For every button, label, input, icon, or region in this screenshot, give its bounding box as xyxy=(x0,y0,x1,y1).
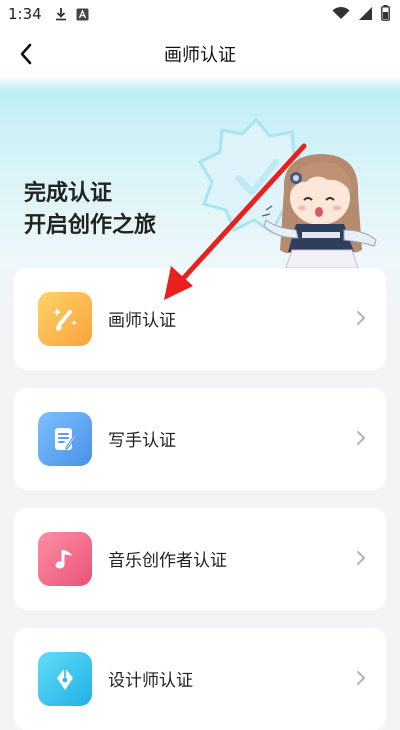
download-icon xyxy=(54,7,68,21)
hero-line-2: 开启创作之旅 xyxy=(24,213,157,238)
nav-bar: 画师认证 xyxy=(0,28,400,78)
card-painter-certification[interactable]: 画师认证 xyxy=(14,268,386,370)
card-designer-certification[interactable]: 设计师认证 xyxy=(14,628,386,730)
mascot-illustration xyxy=(262,154,377,269)
text-a-icon xyxy=(76,8,89,21)
pen-nib-icon xyxy=(38,652,92,706)
brush-sparkle-icon xyxy=(38,292,92,346)
document-pen-icon xyxy=(38,412,92,466)
hero-line-1: 完成认证 xyxy=(24,181,113,206)
chevron-right-icon xyxy=(357,551,366,565)
page-title: 画师认证 xyxy=(164,45,236,66)
wifi-icon xyxy=(332,6,350,24)
music-note-icon xyxy=(38,532,92,586)
chevron-right-icon xyxy=(357,431,366,445)
hero-text: 完成认证 开启创作之旅 xyxy=(24,178,156,242)
card-writer-certification[interactable]: 写手认证 xyxy=(14,388,386,490)
chevron-right-icon xyxy=(357,311,366,325)
card-label-painter: 画师认证 xyxy=(108,311,176,331)
card-label-designer: 设计师认证 xyxy=(108,671,193,691)
signal-icon xyxy=(358,6,373,25)
card-label-music-creator: 音乐创作者认证 xyxy=(108,551,227,571)
battery-icon xyxy=(381,5,390,25)
status-bar: 1:34 xyxy=(0,0,400,28)
card-label-writer: 写手认证 xyxy=(108,431,176,451)
card-music-creator-certification[interactable]: 音乐创作者认证 xyxy=(14,508,386,610)
chevron-right-icon xyxy=(357,671,366,685)
status-time: 1:34 xyxy=(8,5,42,23)
